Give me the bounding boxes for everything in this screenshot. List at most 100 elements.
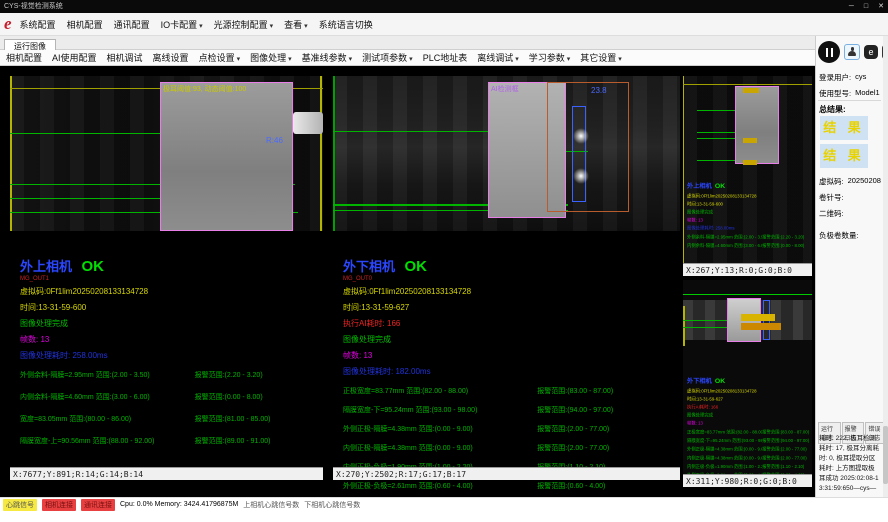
close-icon[interactable]: ✕ [878, 0, 884, 13]
window-title: CYS-视觉检测系统 [4, 3, 63, 10]
toolbar-ai-usage-config[interactable]: AI使用配置 [52, 51, 97, 64]
toolbar-baseline-params[interactable]: 基准线参数 [302, 51, 353, 64]
mg-signal: MG_OUT1 [20, 276, 321, 282]
vcode-label: 虚拟码: [819, 176, 844, 187]
width-marker: 23.8 [591, 86, 607, 95]
thumbnail-image-upper[interactable]: 外上相机OK 虚拟码:0Ff1lim20250208133134728 时间:1… [683, 76, 812, 263]
e-tool-button[interactable]: e [864, 45, 878, 59]
menu-item-light-config[interactable]: 光源控制配置 [214, 18, 274, 31]
alarm-range: 报警范围:(2.00 - 77.00) [762, 446, 812, 452]
yellow-label-chip [743, 88, 759, 93]
camera-name: 外下相机 [687, 378, 712, 385]
menu-item-comm-config[interactable]: 通讯配置 [114, 18, 150, 31]
frame-line: 帧数: 13 [343, 350, 678, 361]
time-line: 时间:13-31-59-600 [20, 302, 321, 313]
toolbar-camera-debug[interactable]: 相机调试 [107, 51, 143, 64]
app-window: CYS-视觉检测系统 ─ □ ✕ e 系统配置 相机配置 通讯配置 IO卡配置 … [0, 0, 888, 522]
alarm-range: 报警范围:(1.10 - 2.10) [762, 464, 812, 470]
maximize-icon[interactable]: □ [864, 0, 868, 13]
toolbar-camera-config[interactable]: 相机配置 [6, 51, 42, 64]
main-area: 极耳阈值:93, 动态阈值:100 R:46 外上相机 OK MG_OUT1 虚… [0, 66, 888, 497]
camera-image-upper[interactable]: 极耳阈值:93, 动态阈值:100 R:46 [10, 76, 323, 231]
alarm-range: 报警范围:(2.00 - 77.00) [762, 455, 812, 461]
right-panel-scrollbar[interactable] [883, 36, 888, 497]
divider [818, 100, 881, 101]
camera-result-line: 外上相机 OK [20, 256, 321, 276]
camera-name: 外上相机 [687, 183, 712, 190]
toolbar-offline-debug[interactable]: 离线调试 [477, 51, 519, 64]
mini-result-overlay: 外上相机OK 虚拟码:0Ff1lim20250208133134728 时间:1… [687, 180, 812, 251]
toolbar-test-params[interactable]: 测试项参数 [362, 51, 413, 64]
pause-button[interactable] [818, 41, 840, 63]
yellow-baseline [683, 84, 812, 85]
toolbar: 相机配置 AI使用配置 相机调试 离线设置 点检设置 图像处理 基准线参数 测试… [0, 50, 888, 66]
window-controls: ─ □ ✕ [849, 0, 884, 13]
minimize-icon[interactable]: ─ [849, 0, 854, 13]
alarm-range: 报警范围:(2.20 - 3.20) [195, 370, 321, 380]
green-measure-line [333, 131, 493, 132]
measurement-value: 隔膜宽度-上=90.56mm 范围:(88.00 - 92.00) [20, 436, 195, 446]
alarm-range: 报警范围:(89.00 - 91.00) [195, 436, 321, 446]
barcode-line: 虚拟码:0Ff1lim20250208133134728 [687, 193, 812, 199]
ok-status: OK [715, 377, 725, 384]
yellow-guide-line [683, 306, 685, 346]
model-value[interactable]: Model1 [855, 88, 880, 99]
mini-result-overlay: 外下相机OK 虚拟码:0Ff1lim20250208133134728 时间:1… [687, 375, 812, 474]
measurement-row: 宽度=83.05mm 范围:(80.00 - 86.00) 报警范围:(81.0… [20, 414, 321, 424]
orange-roi [547, 82, 629, 212]
barcode-line: 虚拟码:0Ff1lim20250208133134728 [687, 388, 812, 394]
measurement-list: 外侧余料-隔膜=2.95mm 范围:(2.00 - 3.50) 报警范围:(2.… [20, 370, 321, 446]
title-bar: CYS-视觉检测系统 ─ □ ✕ [0, 0, 888, 13]
toolbar-learning-params[interactable]: 学习参数 [529, 51, 571, 64]
pause-icon [826, 48, 828, 57]
toolbar-spot-check[interactable]: 点检设置 [199, 51, 241, 64]
elapsed-line: 图像处理耗时: 182.00ms [343, 366, 678, 377]
user-icon [849, 47, 855, 53]
measurement-value: 宽度=83.05mm 范围:(80.00 - 86.00) [20, 414, 195, 424]
alarm-range: 报警范围:(0.00 - 8.00) [762, 243, 812, 249]
comm-connection-badge: 通讯连接 [81, 499, 115, 511]
measurement-value: 隔膜宽度-下=95.24mm 范围:(93.00 - 98.00) [687, 438, 762, 444]
camera-name: 外上相机 [20, 259, 72, 274]
toolbar-other-settings[interactable]: 其它设置 [580, 51, 622, 64]
elapsed-line: 图像处理耗时: 258.00ms [687, 225, 812, 231]
alarm-range: 报警范围:(94.00 - 97.00) [537, 405, 678, 415]
result-badge: 结 果 [820, 144, 868, 168]
green-guide-line [683, 294, 812, 295]
menu-item-io-config[interactable]: IO卡配置 [161, 18, 203, 31]
camera-name: 外下相机 [343, 259, 395, 274]
measurement-value: 正极宽度=83.77mm 范围:(82.00 - 88.00) [687, 429, 762, 435]
detection-roi: 极耳阈值:93, 动态阈值:100 [160, 82, 293, 231]
thumbnail-image-lower[interactable]: 外下相机OK 虚拟码:0Ff1lim20250208133134728 时间:1… [683, 280, 812, 474]
toolbar-offline-settings[interactable]: 离线设置 [153, 51, 189, 64]
scrollbar-thumb[interactable] [883, 426, 888, 484]
yellow-guide-line [10, 76, 12, 231]
alarm-range: 报警范围:(94.00 - 97.00) [762, 438, 812, 444]
done-line: 图像处理完成 [687, 412, 812, 418]
measurement-value: 内侧正极-负极=1.90mm 范围:(1.00 - 2.20) [687, 464, 762, 470]
pixel-readout-thumb-upper: X:267;Y:13;R:0;G:0;B:0 [683, 263, 812, 276]
camera-image-lower[interactable]: AI检测框 23.8 [333, 76, 680, 231]
menu-item-camera-config[interactable]: 相机配置 [67, 18, 103, 31]
menu-item-view[interactable]: 查看 [284, 18, 308, 31]
elapsed-line: 图像处理耗时: 258.00ms [20, 350, 321, 361]
pixel-readout-thumb-lower: X:311;Y:980;R:0;G:0;B:0 [683, 474, 812, 487]
measurement-row: 隔膜宽度-上=90.56mm 范围:(88.00 - 92.00) 报警范围:(… [20, 436, 321, 446]
cpu-memory-readout: Cpu: 0.0% Memory: 3424.41796875M [120, 501, 238, 508]
toolbar-plc-address[interactable]: PLC地址表 [423, 51, 468, 64]
menu-item-system-config[interactable]: 系统配置 [20, 18, 56, 31]
thumbnail-view-upper: 外上相机OK 虚拟码:0Ff1lim20250208133134728 时间:1… [683, 76, 812, 276]
radius-marker: R:46 [266, 136, 283, 145]
right-panel: e ➔ 登录用户: cys 使用型号: Model1 总结果: 结 果 结 果 … [815, 36, 888, 497]
user-login-button[interactable] [844, 44, 860, 60]
pause-icon [831, 48, 833, 57]
measurement-row: 隔膜宽度-下=95.24mm 范围:(93.00 - 98.00) 报警范围:(… [343, 405, 678, 415]
heartbeat-badge: 心跳信号 [3, 499, 37, 511]
ai-time-line: 执行AI耗时: 166 [343, 318, 678, 329]
menu-item-language-switch[interactable]: 系统语言切换 [319, 18, 373, 31]
pin-row: 卷针号: [819, 192, 844, 203]
qr-label: 二维码: [819, 208, 844, 219]
toolbar-image-processing[interactable]: 图像处理 [250, 51, 292, 64]
measurement-value: 内侧正极-隔膜=4.38mm 范围:(0.00 - 9.00) [687, 455, 762, 461]
blue-roi [572, 106, 586, 202]
